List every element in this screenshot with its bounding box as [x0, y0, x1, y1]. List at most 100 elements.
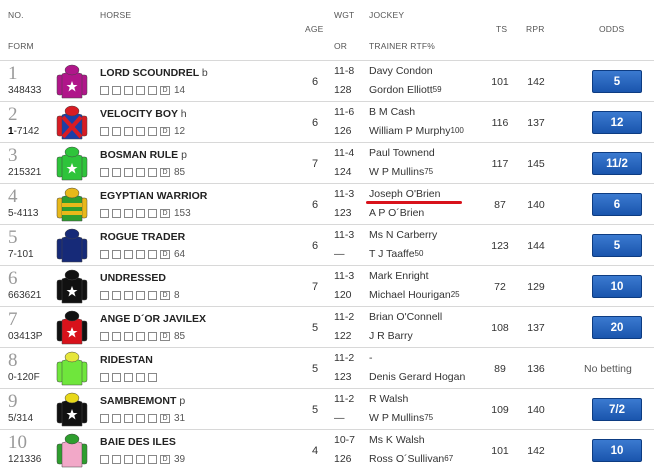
- close-icon[interactable]: [148, 86, 157, 95]
- notes-icon[interactable]: [112, 168, 121, 177]
- tip-icon[interactable]: [100, 414, 109, 423]
- odds-button[interactable]: 11/2: [592, 152, 642, 175]
- runner-row: 4 5-4113 EGYPTIAN WARRIOR D 153 6 11-3 123 Jose…: [0, 183, 654, 225]
- tip-icon[interactable]: [100, 291, 109, 300]
- pen-icon[interactable]: [124, 209, 133, 218]
- odds-button[interactable]: 6: [592, 193, 642, 216]
- trainer-link[interactable]: W P Mullins: [369, 412, 424, 424]
- runner-number: 2: [8, 104, 18, 125]
- tracker-icon[interactable]: [136, 414, 145, 423]
- notes-icon[interactable]: [112, 86, 121, 95]
- header-rpr: RPR: [526, 24, 545, 34]
- tip-icon[interactable]: [100, 127, 109, 136]
- tip-icon[interactable]: [100, 168, 109, 177]
- trainer-link[interactable]: W P Mullins: [369, 166, 424, 178]
- tip-icon[interactable]: [100, 250, 109, 259]
- pen-icon[interactable]: [124, 373, 133, 382]
- trainer-rtf: 67: [444, 454, 454, 463]
- jockey-link[interactable]: -: [369, 352, 373, 364]
- tip-icon[interactable]: [100, 332, 109, 341]
- notes-icon[interactable]: [112, 332, 121, 341]
- horse-name-link[interactable]: ANGE D´OR JAVILEX: [100, 313, 206, 325]
- tracker-icon[interactable]: [136, 332, 145, 341]
- pen-icon[interactable]: [124, 291, 133, 300]
- tracker-icon[interactable]: [136, 209, 145, 218]
- jockey-link[interactable]: R Walsh: [369, 393, 408, 405]
- header-jockey: JOCKEY: [369, 10, 405, 20]
- tracker-icon[interactable]: [136, 86, 145, 95]
- close-icon[interactable]: [148, 455, 157, 464]
- horse-name-link[interactable]: RIDESTAN: [100, 354, 153, 366]
- runner-form: 7-101: [8, 249, 34, 260]
- notes-icon[interactable]: [112, 250, 121, 259]
- notes-icon[interactable]: [112, 127, 121, 136]
- trainer-link[interactable]: A P O´Brien: [369, 207, 424, 219]
- horse-name-link[interactable]: BAIE DES ILES: [100, 436, 176, 448]
- notes-icon[interactable]: [112, 373, 121, 382]
- trainer-link[interactable]: William P Murphy: [369, 125, 451, 137]
- pen-icon[interactable]: [124, 127, 133, 136]
- close-icon[interactable]: [148, 291, 157, 300]
- tracker-icon[interactable]: [136, 455, 145, 464]
- close-icon[interactable]: [148, 127, 157, 136]
- horse-name-link[interactable]: SAMBREMONT: [100, 395, 176, 407]
- notes-icon[interactable]: [112, 414, 121, 423]
- tracker-icon[interactable]: [136, 250, 145, 259]
- tracker-icon[interactable]: [136, 373, 145, 382]
- trainer-link[interactable]: J R Barry: [369, 330, 413, 342]
- jockey-link[interactable]: Davy Condon: [369, 65, 433, 77]
- odds-button[interactable]: 5: [592, 70, 642, 93]
- horse-name-link[interactable]: BOSMAN RULE: [100, 149, 178, 161]
- close-icon[interactable]: [148, 168, 157, 177]
- jockey-link[interactable]: Mark Enright: [369, 270, 429, 282]
- tracker-icon[interactable]: [136, 168, 145, 177]
- odds-button[interactable]: 10: [592, 439, 642, 462]
- runner-rpr: 145: [527, 158, 545, 170]
- pen-icon[interactable]: [124, 250, 133, 259]
- days-since-run: 14: [174, 85, 186, 96]
- close-icon[interactable]: [148, 414, 157, 423]
- close-icon[interactable]: [148, 250, 157, 259]
- notes-icon[interactable]: [112, 291, 121, 300]
- horse-name-link[interactable]: EGYPTIAN WARRIOR: [100, 190, 207, 202]
- tip-icon[interactable]: [100, 455, 109, 464]
- trainer-link[interactable]: T J Taaffe: [369, 248, 415, 260]
- pen-icon[interactable]: [124, 455, 133, 464]
- close-icon[interactable]: [148, 209, 157, 218]
- tip-icon[interactable]: [100, 86, 109, 95]
- notes-icon[interactable]: [112, 455, 121, 464]
- close-icon[interactable]: [148, 332, 157, 341]
- odds-button[interactable]: 5: [592, 234, 642, 257]
- trainer-link[interactable]: Gordon Elliott: [369, 84, 433, 96]
- jockey-link[interactable]: Ms K Walsh: [369, 434, 425, 446]
- trainer-link[interactable]: Ross O´Sullivan: [369, 453, 444, 465]
- odds-button[interactable]: 20: [592, 316, 642, 339]
- horse-name-link[interactable]: VELOCITY BOY: [100, 108, 178, 120]
- runner-ts: 89: [494, 363, 506, 375]
- jockey-link[interactable]: Paul Townend: [369, 147, 435, 159]
- close-icon[interactable]: [148, 373, 157, 382]
- pen-icon[interactable]: [124, 86, 133, 95]
- pen-icon[interactable]: [124, 414, 133, 423]
- odds-button[interactable]: 10: [592, 275, 642, 298]
- runner-age: 6: [312, 117, 319, 129]
- jockey-link[interactable]: Brian O'Connell: [369, 311, 442, 323]
- pen-icon[interactable]: [124, 168, 133, 177]
- horse-name-link[interactable]: UNDRESSED: [100, 272, 166, 284]
- odds-button[interactable]: 12: [592, 111, 642, 134]
- trainer-link[interactable]: Denis Gerard Hogan: [369, 371, 465, 383]
- horse-name-link[interactable]: LORD SCOUNDREL: [100, 67, 199, 79]
- runner-ts: 108: [491, 322, 509, 334]
- odds-button[interactable]: 7/2: [592, 398, 642, 421]
- tip-icon[interactable]: [100, 373, 109, 382]
- jockey-link[interactable]: B M Cash: [369, 106, 415, 118]
- tip-icon[interactable]: [100, 209, 109, 218]
- horse-name-link[interactable]: ROGUE TRADER: [100, 231, 185, 243]
- tracker-icon[interactable]: [136, 127, 145, 136]
- tracker-icon[interactable]: [136, 291, 145, 300]
- jockey-link[interactable]: Joseph O'Brien: [369, 188, 440, 200]
- jockey-link[interactable]: Ms N Carberry: [369, 229, 437, 241]
- notes-icon[interactable]: [112, 209, 121, 218]
- trainer-link[interactable]: Michael Hourigan: [369, 289, 451, 301]
- pen-icon[interactable]: [124, 332, 133, 341]
